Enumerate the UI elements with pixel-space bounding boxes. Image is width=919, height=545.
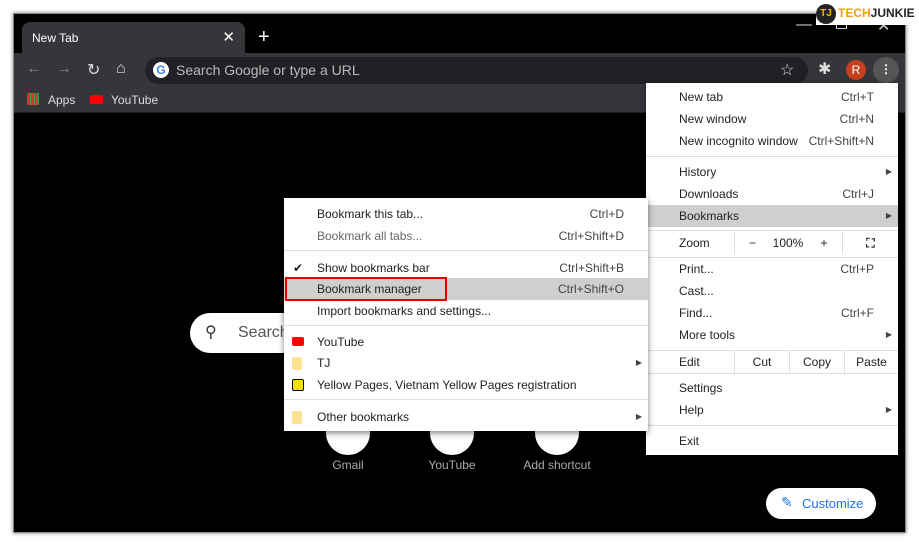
other-bookmarks[interactable]: Other bookmarks ▶	[284, 406, 648, 428]
bookmark-this-tab[interactable]: Bookmark this tab... Ctrl+D	[284, 203, 648, 225]
chrome-menu-kebab-icon[interactable]: ⋮	[873, 57, 899, 83]
bookmark-yellow-pages[interactable]: Yellow Pages, Vietnam Yellow Pages regis…	[284, 374, 648, 396]
show-bookmarks-bar[interactable]: ✔ Show bookmarks bar Ctrl+Shift+B	[284, 257, 648, 279]
back-icon[interactable]: ←	[26, 60, 42, 78]
profile-avatar[interactable]: R	[846, 60, 866, 80]
tab-title: New Tab	[32, 31, 79, 45]
youtube-icon	[90, 95, 103, 104]
zoom-level: 100%	[772, 236, 804, 250]
bookmarks-submenu: Bookmark this tab... Ctrl+D Bookmark all …	[284, 198, 648, 431]
menu-more-tools[interactable]: More tools ▶	[646, 324, 898, 346]
folder-icon	[292, 411, 302, 424]
menu-new-window[interactable]: New window Ctrl+N	[646, 108, 898, 130]
search-icon: ⚲	[205, 324, 217, 341]
menu-help[interactable]: Help ▶	[646, 399, 898, 421]
menu-find[interactable]: Find... Ctrl+F	[646, 302, 898, 324]
zoom-in-button[interactable]: +	[806, 232, 842, 254]
folder-icon	[292, 357, 302, 370]
home-icon[interactable]: ⌂	[116, 60, 126, 78]
menu-exit[interactable]: Exit	[646, 430, 898, 452]
menu-cast[interactable]: Cast...	[646, 280, 898, 302]
bookmark-star-icon[interactable]: ☆	[780, 60, 794, 80]
bookmark-youtube-item[interactable]: YouTube	[284, 331, 648, 353]
youtube-icon	[292, 337, 304, 346]
menu-new-tab[interactable]: New tab Ctrl+T	[646, 86, 898, 108]
google-icon: G	[153, 62, 169, 78]
menu-incognito[interactable]: New incognito window Ctrl+Shift+N	[646, 130, 898, 152]
menu-bookmarks[interactable]: Bookmarks ▶	[646, 205, 898, 227]
menu-edit: Edit Cut Copy Paste	[646, 351, 898, 373]
chrome-menu: New tab Ctrl+T New window Ctrl+N New incog…	[646, 83, 898, 455]
apps-grid-icon	[27, 93, 39, 105]
bookmark-all-tabs[interactable]: Bookmark all tabs... Ctrl+Shift+D	[284, 225, 648, 247]
import-bookmarks[interactable]: Import bookmarks and settings...	[284, 300, 648, 322]
menu-print[interactable]: Print... Ctrl+P	[646, 258, 898, 280]
shortcut-youtube-label[interactable]: YouTube	[402, 458, 502, 472]
shortcut-gmail-label[interactable]: Gmail	[298, 458, 398, 472]
bookmark-youtube[interactable]: YouTube	[111, 93, 158, 107]
yellow-pages-icon	[292, 379, 304, 391]
menu-history[interactable]: History ▶	[646, 161, 898, 183]
highlight-box	[285, 277, 447, 301]
omnibox[interactable]: Search Google or type a URL	[145, 57, 808, 84]
minimize-icon[interactable]: —	[796, 16, 812, 34]
menu-downloads[interactable]: Downloads Ctrl+J	[646, 183, 898, 205]
shortcut-add-label[interactable]: Add shortcut	[507, 458, 607, 472]
cut-button[interactable]: Cut	[734, 351, 789, 373]
reload-icon[interactable]: ↻	[87, 60, 100, 80]
copy-button[interactable]: Copy	[789, 351, 844, 373]
new-tab-button[interactable]: +	[258, 26, 270, 49]
bookmark-apps[interactable]: Apps	[48, 93, 75, 107]
menu-zoom: Zoom − 100% + ⛶	[646, 232, 898, 254]
menu-settings[interactable]: Settings	[646, 377, 898, 399]
zoom-out-button[interactable]: −	[734, 232, 770, 254]
fullscreen-icon[interactable]: ⛶	[842, 232, 898, 254]
pencil-icon: ✎	[781, 494, 793, 510]
tab-new-tab[interactable]: New Tab ✕	[22, 22, 245, 53]
forward-icon[interactable]: →	[56, 60, 72, 78]
checkmark-icon: ✔	[293, 261, 304, 275]
paste-button[interactable]: Paste	[844, 351, 898, 373]
close-tab-icon[interactable]: ✕	[222, 28, 235, 46]
extensions-puzzle-icon[interactable]: ✱	[818, 59, 831, 79]
bookmark-folder-tj[interactable]: TJ ▶	[284, 352, 648, 374]
techjunkie-logo: TJ TECHJUNKIE	[816, 3, 919, 25]
